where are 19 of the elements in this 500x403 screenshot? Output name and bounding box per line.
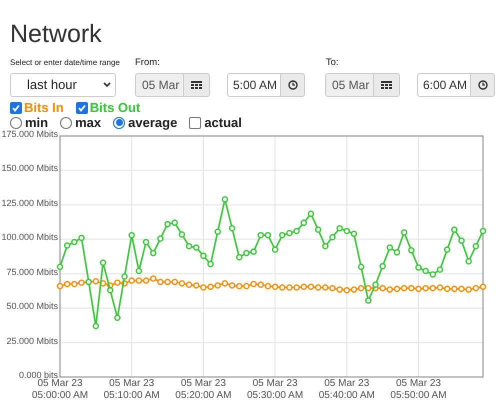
option-label: actual xyxy=(204,114,242,132)
x-axis-label: 05 Mar 23 05:00:00 AM xyxy=(30,378,90,402)
page-title: Network xyxy=(10,20,103,48)
y-axis-label: 150.000 Mbits xyxy=(1,162,58,174)
y-axis-label: 175.000 Mbits xyxy=(1,128,58,140)
y-axis-label: 25.000 Mbits xyxy=(6,334,58,347)
y-axis-label: 0.000 bits xyxy=(18,369,58,380)
x-axis-label: 05 Mar 23 05:30:00 AM xyxy=(246,378,304,402)
y-axis-label: 50.000 Mbits xyxy=(6,300,58,312)
from-label: From: xyxy=(135,56,160,70)
y-axis-label: 100.000 Mbits xyxy=(1,231,58,244)
x-axis-label: 05 Mar 23 05:20:00 AM xyxy=(174,378,232,402)
y-axis-label: 75.000 Mbits xyxy=(6,266,58,278)
range-label: Select or enter date/time range xyxy=(10,57,121,69)
x-axis-label: 05 Mar 23 05:40:00 AM xyxy=(318,378,376,402)
y-axis-label: 125.000 Mbits xyxy=(1,196,58,209)
to-label: To: xyxy=(326,56,338,70)
x-axis-label: 05 Mar 23 05:10:00 AM xyxy=(102,378,161,402)
x-axis-label: 05 Mar 23 05:50:00 AM xyxy=(389,378,448,402)
